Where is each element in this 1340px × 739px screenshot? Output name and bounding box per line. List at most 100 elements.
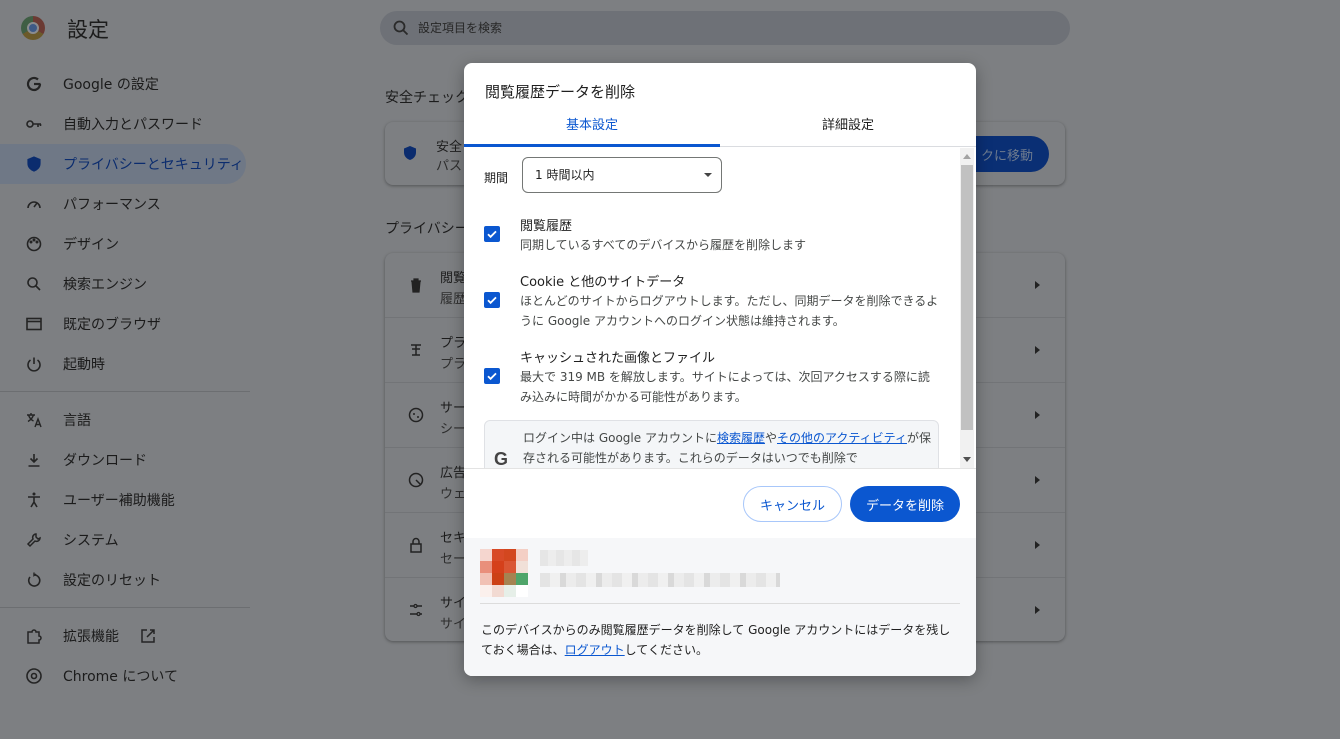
tune-icon [407, 601, 425, 619]
safety-card-desc: パス [436, 159, 463, 174]
account-email-redacted [540, 573, 780, 587]
speedometer-icon [25, 195, 43, 213]
search-box[interactable] [380, 11, 1070, 45]
sidebar-item-privacy[interactable]: プライバシーとセキュリティ [0, 144, 246, 184]
safety-check-title: 安全チェック [385, 90, 469, 106]
cancel-button[interactable]: キャンセル [743, 486, 842, 522]
sidebar-item-label: ダウンロード [63, 453, 147, 469]
active-tab-indicator [464, 144, 720, 147]
sidebar-item-appearance[interactable]: デザイン [0, 224, 246, 264]
option-browsing-history: 閲覧履歴 同期しているすべてのデバイスから履歴を削除します [484, 215, 944, 255]
google-g-icon: G [494, 449, 509, 468]
option-desc: ほとんどのサイトからログアウトします。ただし、同期データを削除できるように Go… [520, 294, 939, 328]
sidebar-item-autofill[interactable]: 自動入力とパスワード [0, 104, 246, 144]
google-g-icon [25, 75, 43, 93]
sidebar-item-label: 検索エンジン [63, 277, 147, 293]
sidebar-item-label: パフォーマンス [63, 197, 161, 213]
safety-card-title: 安全 [436, 140, 463, 155]
divider [480, 603, 960, 604]
option-title: Cookie と他のサイトデータ [520, 275, 686, 290]
account-section: このデバイスからのみ閲覧履歴データを削除して Google アカウントにはデータ… [464, 538, 976, 676]
row-desc: セー [440, 552, 467, 567]
dropdown-arrow-icon [704, 173, 712, 177]
privacy-guide-icon [407, 341, 425, 359]
chevron-right-icon [1035, 411, 1040, 419]
sidebar-item-label: Google の設定 [63, 77, 159, 93]
shield-icon [401, 144, 419, 162]
search-input[interactable] [418, 21, 1018, 35]
top-bar: 設定 [0, 0, 1340, 56]
page-title: 設定 [67, 18, 109, 42]
cache-checkbox[interactable] [484, 368, 500, 384]
time-range-value: 1 時間以内 [535, 168, 595, 182]
sidebar-item-performance[interactable]: パフォーマンス [0, 184, 246, 224]
row-title: プラ [440, 336, 467, 351]
account-name-redacted [540, 550, 588, 566]
sidebar-item-reset[interactable]: 設定のリセット [0, 560, 246, 600]
lock-icon [407, 536, 425, 554]
sidebar-item-system[interactable]: システム [0, 520, 246, 560]
download-icon [25, 451, 43, 469]
divider [464, 468, 976, 469]
row-title: セキ [440, 531, 467, 546]
row-desc: シー [440, 422, 467, 437]
search-history-link[interactable]: 検索履歴 [717, 431, 765, 445]
sidebar-item-label: システム [63, 533, 119, 549]
sidebar-item-label: 拡張機能 [63, 629, 119, 645]
tab-advanced[interactable]: 詳細設定 [720, 113, 976, 147]
tab-basic[interactable]: 基本設定 [464, 113, 720, 147]
sidebar-item-label: 起動時 [63, 357, 105, 373]
chevron-right-icon [1035, 541, 1040, 549]
checkmark-icon [487, 230, 497, 239]
chrome-icon [25, 667, 43, 685]
dialog-scroll-area[interactable]: 期間 1 時間以内 閲覧履歴 同期しているすべてのデバイスから履歴を削除します … [464, 148, 976, 468]
google-notice-text: ログイン中は Google アカウントに検索履歴やその他のアクティビティが保存さ… [523, 428, 933, 468]
sidebar-item-label: 自動入力とパスワード [63, 117, 203, 133]
time-range-select[interactable]: 1 時間以内 [522, 157, 722, 193]
sidebar-item-startup[interactable]: 起動時 [0, 344, 246, 384]
puzzle-icon [25, 627, 43, 645]
search-icon [392, 19, 410, 37]
clear-browsing-data-dialog: 閲覧履歴データを削除 基本設定 詳細設定 期間 1 時間以内 閲覧履歴 同期して… [464, 63, 976, 676]
other-activity-link[interactable]: その他のアクティビティ [777, 431, 907, 445]
sidebar-item-accessibility[interactable]: ユーザー補助機能 [0, 480, 246, 520]
sidebar-item-label: プライバシーとセキュリティ [63, 157, 244, 173]
sidebar-item-languages[interactable]: 言語 [0, 400, 246, 440]
account-note: このデバイスからのみ閲覧履歴データを削除して Google アカウントにはデータ… [481, 620, 961, 660]
browser-window-icon [25, 315, 43, 333]
sidebar-item-about-chrome[interactable]: Chrome について [0, 656, 246, 696]
dialog-title: 閲覧履歴データを削除 [485, 83, 636, 101]
row-title: サー [440, 401, 467, 416]
privacy-section-title: プライバシー [385, 221, 469, 237]
scroll-up-arrow-icon[interactable] [963, 154, 971, 159]
sidebar-item-google[interactable]: Google の設定 [0, 64, 246, 104]
option-desc: 最大で 319 MB を解放します。サイトによっては、次回アクセスする際に読み込… [520, 370, 930, 404]
time-range-label: 期間 [484, 171, 509, 185]
browsing-history-checkbox[interactable] [484, 226, 500, 242]
sidebar-item-search-engine[interactable]: 検索エンジン [0, 264, 246, 304]
chevron-right-icon [1035, 606, 1040, 614]
checkmark-icon [487, 296, 497, 305]
scroll-down-arrow-icon[interactable] [963, 457, 971, 462]
delete-data-button[interactable]: データを削除 [850, 486, 960, 522]
sidebar-item-label: Chrome について [63, 669, 178, 685]
option-cookies: Cookie と他のサイトデータ ほとんどのサイトからログアウトします。ただし、… [484, 271, 944, 331]
chevron-right-icon [1035, 281, 1040, 289]
scrollbar[interactable] [960, 148, 974, 468]
option-desc: 同期しているすべてのデバイスから履歴を削除します [520, 238, 806, 252]
sidebar-item-extensions[interactable]: 拡張機能 [0, 616, 246, 656]
sidebar-item-downloads[interactable]: ダウンロード [0, 440, 246, 480]
accessibility-icon [25, 491, 43, 509]
palette-icon [25, 235, 43, 253]
translate-icon [25, 411, 43, 429]
chevron-right-icon [1035, 346, 1040, 354]
row-title: 広告 [440, 466, 467, 481]
ads-icon [407, 471, 425, 489]
sign-out-link[interactable]: ログアウト [565, 643, 625, 657]
search-icon [25, 275, 43, 293]
cookies-checkbox[interactable] [484, 292, 500, 308]
power-icon [25, 355, 43, 373]
scrollbar-thumb[interactable] [961, 165, 973, 430]
sidebar-item-label: 言語 [63, 413, 91, 429]
sidebar-item-default-browser[interactable]: 既定のブラウザ [0, 304, 246, 344]
